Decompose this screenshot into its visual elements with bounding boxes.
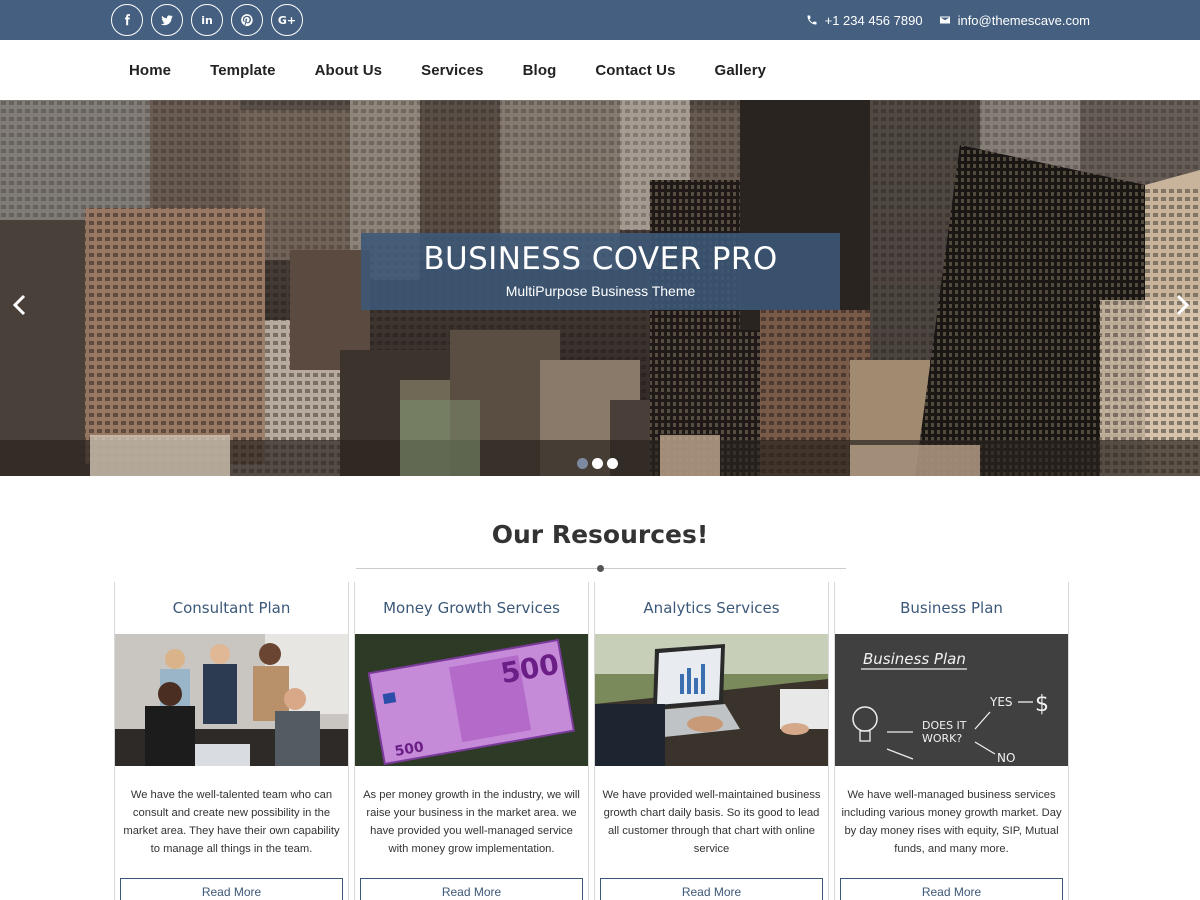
envelope-icon <box>939 16 950 24</box>
phone-contact[interactable]: +1 234 456 7890 <box>806 13 923 28</box>
google-plus-icon[interactable]: G+ <box>271 4 303 36</box>
team-meeting-photo[interactable] <box>115 634 348 766</box>
contact-info: +1 234 456 7890 info@themescave.com <box>806 0 1090 40</box>
chalk-yes: YES <box>989 695 1013 709</box>
chevron-right-icon <box>1176 294 1190 316</box>
hero-slider: BUSINESS COVER PRO MultiPurpose Business… <box>0 100 1200 476</box>
card-description: We have the well-talented team who can c… <box>123 789 340 855</box>
email-contact[interactable]: info@themescave.com <box>939 13 1090 28</box>
read-more-button[interactable]: Read More <box>600 878 823 900</box>
linkedin-glyph: in <box>201 13 213 27</box>
laptop-analytics-photo[interactable] <box>595 634 828 766</box>
slider-prev-button[interactable] <box>8 293 32 317</box>
chevron-left-icon <box>12 294 26 316</box>
chalk-no: NO <box>997 751 1015 765</box>
card-description: We have well-managed business services i… <box>841 789 1062 855</box>
resource-card-money-growth: Money Growth Services 500 500 As per mon… <box>354 582 589 900</box>
google-plus-glyph: G+ <box>277 13 297 27</box>
nav-item-gallery[interactable]: Gallery <box>715 62 767 79</box>
chalkboard-business-plan-photo[interactable]: Business Plan YES $ DOES IT WORK? NO <box>835 634 1068 766</box>
slider-dots <box>577 458 618 469</box>
card-title[interactable]: Analytics Services <box>595 582 828 634</box>
top-bar: in G+ +1 234 456 7890 info@themescave.co… <box>0 0 1200 40</box>
resource-cards: Consultant Plan We have the well-talente… <box>114 582 1069 900</box>
resource-card-consultant-plan: Consultant Plan We have the well-talente… <box>114 582 349 900</box>
nav-item-services[interactable]: Services <box>421 62 484 79</box>
twitter-icon[interactable] <box>151 4 183 36</box>
divider-dot <box>597 565 604 572</box>
nav-item-about-us[interactable]: About Us <box>315 62 382 79</box>
hero-title: BUSINESS COVER PRO <box>423 241 778 277</box>
card-description: We have provided well-maintained busines… <box>602 789 821 855</box>
facebook-icon[interactable] <box>111 4 143 36</box>
read-more-button[interactable]: Read More <box>120 878 343 900</box>
hero-subtitle: MultiPurpose Business Theme <box>505 283 696 299</box>
pinterest-icon[interactable] <box>231 4 263 36</box>
nav-item-home[interactable]: Home <box>129 62 171 79</box>
hero-caption: BUSINESS COVER PRO MultiPurpose Business… <box>361 233 840 310</box>
nav-item-blog[interactable]: Blog <box>523 62 557 79</box>
nav-item-contact-us[interactable]: Contact Us <box>595 62 675 79</box>
main-nav: Home Template About Us Services Blog Con… <box>0 40 1200 100</box>
section-heading: Our Resources! <box>491 520 709 549</box>
linkedin-icon[interactable]: in <box>191 4 223 36</box>
card-title[interactable]: Business Plan <box>835 582 1068 634</box>
phone-number: +1 234 456 7890 <box>824 12 923 28</box>
svg-text:WORK?: WORK? <box>922 732 962 745</box>
email-address: info@themescave.com <box>957 12 1090 28</box>
chalk-dollar: $ <box>1035 692 1049 717</box>
social-links: in G+ <box>111 4 303 36</box>
card-title[interactable]: Consultant Plan <box>115 582 348 634</box>
nav-item-template[interactable]: Template <box>210 62 276 79</box>
resource-card-business-plan: Business Plan Business Plan YES $ DOES I… <box>834 582 1069 900</box>
card-title[interactable]: Money Growth Services <box>355 582 588 634</box>
read-more-button[interactable]: Read More <box>360 878 583 900</box>
svg-text:DOES IT: DOES IT <box>922 719 967 732</box>
chalk-heading: Business Plan <box>863 650 966 668</box>
slider-next-button[interactable] <box>1170 293 1194 317</box>
slider-dot-2[interactable] <box>592 458 603 469</box>
phone-icon <box>807 15 817 25</box>
slider-dot-3[interactable] <box>607 458 618 469</box>
euro-banknote-photo[interactable]: 500 500 <box>355 634 588 766</box>
read-more-button[interactable]: Read More <box>840 878 1063 900</box>
resource-card-analytics: Analytics Services We have provided well… <box>594 582 829 900</box>
slider-dot-1[interactable] <box>577 458 588 469</box>
card-description: As per money growth in the industry, we … <box>363 789 580 855</box>
